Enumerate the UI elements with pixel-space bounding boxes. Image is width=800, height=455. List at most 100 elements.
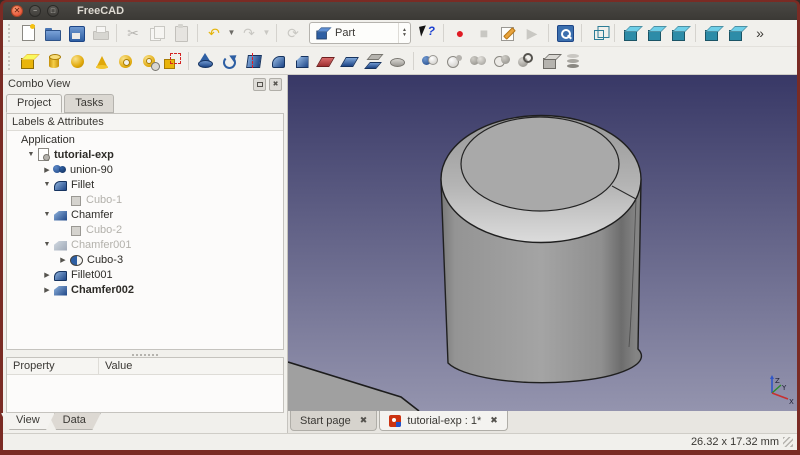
redo-menu-button[interactable]: ▼ [261, 21, 272, 45]
model-cylinder[interactable] [441, 116, 641, 383]
tree-item-application[interactable]: Application [7, 132, 283, 147]
boolean-union-button[interactable] [418, 49, 442, 73]
tree-item-cubo-3[interactable]: ▶Cubo-3 [7, 252, 283, 267]
toolbar-handle[interactable] [8, 52, 12, 70]
toolbar-handle[interactable] [8, 24, 12, 42]
tree-item-tutorial-exp[interactable]: ▼tutorial-exp [7, 147, 283, 162]
print-button[interactable] [88, 21, 112, 45]
tree-item-chamfer002[interactable]: ▶Chamfer002 [7, 282, 283, 297]
primitive-box-icon [19, 52, 37, 70]
view-axonometric-button[interactable] [586, 21, 610, 45]
primitive-cylinder-button[interactable] [40, 49, 64, 73]
cross-sections-button[interactable] [562, 49, 586, 73]
view-front-button[interactable] [619, 21, 643, 45]
tree-item-chamfer001[interactable]: ▼Chamfer001 [7, 237, 283, 252]
undo-button[interactable]: ↶ [202, 21, 226, 45]
chamfer-icon [54, 241, 67, 251]
expander-icon[interactable]: ▼ [25, 151, 37, 158]
create-primitives-button[interactable] [136, 49, 160, 73]
view-top-button[interactable] [643, 21, 667, 45]
paste-button[interactable] [169, 21, 193, 45]
save-file-button[interactable] [64, 21, 88, 45]
macro-play-button[interactable]: ▶ [520, 21, 544, 45]
tab-tasks[interactable]: Tasks [64, 94, 114, 113]
copy-button[interactable] [145, 21, 169, 45]
toolbar-separator [116, 24, 117, 42]
close-tab-icon[interactable]: ✖ [490, 415, 498, 426]
boolean-common-button[interactable] [466, 49, 490, 73]
macro-record-button[interactable]: ● [448, 21, 472, 45]
window-title: FreeCAD [77, 5, 124, 17]
tab-project[interactable]: Project [6, 94, 62, 113]
workbench-selector[interactable]: Part▲▼ [309, 22, 411, 44]
workbench-spinner[interactable]: ▲▼ [398, 23, 407, 43]
primitive-cone-button[interactable] [88, 49, 112, 73]
open-file-button[interactable] [40, 21, 64, 45]
toolbar-separator [413, 52, 414, 70]
float-panel-icon[interactable] [253, 78, 266, 91]
view-fit-all-button[interactable] [553, 21, 577, 45]
tab-tutorial-exp-1[interactable]: tutorial-exp : 1*✖ [379, 411, 508, 431]
refresh-button[interactable]: ⟳ [281, 21, 305, 45]
minimize-window-icon[interactable]: − [29, 5, 41, 17]
expander-icon[interactable]: ▶ [41, 286, 53, 294]
view-top-icon [646, 24, 664, 42]
tree-item-fillet[interactable]: ▼Fillet [7, 177, 283, 192]
tab-start-page[interactable]: Start page✖ [290, 411, 377, 431]
close-tab-icon[interactable]: ✖ [360, 415, 368, 426]
tree-item-fillet001[interactable]: ▶Fillet001 [7, 267, 283, 282]
macro-edit-button[interactable] [496, 21, 520, 45]
revolve-button[interactable] [217, 49, 241, 73]
tree-item-union-90[interactable]: ▶union-90 [7, 162, 283, 177]
view-rear-button[interactable] [700, 21, 724, 45]
resize-grip[interactable] [783, 437, 793, 447]
shape-builder-button[interactable] [160, 49, 184, 73]
undo-menu-button[interactable]: ▼ [226, 21, 237, 45]
macro-stop-button[interactable]: ■ [472, 21, 496, 45]
spinner-down-icon[interactable]: ▼ [402, 33, 407, 38]
property-table-body[interactable] [7, 375, 283, 412]
redo-button[interactable]: ↷ [237, 21, 261, 45]
expander-icon[interactable]: ▼ [41, 211, 53, 218]
tab-view[interactable]: View [1, 413, 55, 430]
view-right-button[interactable] [667, 21, 691, 45]
primitive-box-button[interactable] [16, 49, 40, 73]
expander-icon[interactable]: ▶ [41, 271, 53, 279]
sweep-button[interactable] [385, 49, 409, 73]
maximize-window-icon[interactable]: □ [47, 5, 59, 17]
check-geometry-button[interactable] [514, 49, 538, 73]
3d-scene[interactable]: Z Y X [288, 75, 797, 411]
cut-button[interactable]: ✂ [121, 21, 145, 45]
view-bottom-button[interactable] [724, 21, 748, 45]
redo-menu-icon: ▼ [263, 29, 271, 37]
titlebar[interactable]: ✕ − □ FreeCAD [3, 2, 797, 20]
section-button[interactable] [538, 49, 562, 73]
expander-icon[interactable]: ▶ [57, 256, 69, 264]
combo-view-panel: Combo View ✖ ProjectTasks Labels & Attri… [3, 75, 288, 433]
close-window-icon[interactable]: ✕ [11, 5, 23, 17]
tree-item-cubo-1[interactable]: Cubo-1 [7, 192, 283, 207]
expander-icon[interactable]: ▼ [41, 241, 53, 248]
fillet-button[interactable] [265, 49, 289, 73]
expander-icon[interactable]: ▼ [41, 181, 53, 188]
3d-viewport[interactable]: Z Y X [288, 75, 797, 411]
primitive-torus-button[interactable] [112, 49, 136, 73]
close-panel-icon[interactable]: ✖ [269, 78, 282, 91]
make-face-button[interactable] [313, 49, 337, 73]
extrude-button[interactable] [193, 49, 217, 73]
tab-data[interactable]: Data [48, 413, 101, 430]
boolean-cut-button[interactable] [442, 49, 466, 73]
toolbar-separator [548, 24, 549, 42]
expander-icon[interactable]: ▶ [41, 166, 53, 174]
ruled-surface-button[interactable] [337, 49, 361, 73]
toolbar-overflow-button[interactable]: » [748, 21, 772, 45]
boolean-operation-button[interactable] [490, 49, 514, 73]
mirror-button[interactable] [241, 49, 265, 73]
loft-button[interactable] [361, 49, 385, 73]
tree-item-cubo-2[interactable]: Cubo-2 [7, 222, 283, 237]
tree-item-chamfer[interactable]: ▼Chamfer [7, 207, 283, 222]
new-file-button[interactable] [16, 21, 40, 45]
chamfer-button[interactable] [289, 49, 313, 73]
whats-this-button[interactable] [415, 21, 439, 45]
primitive-sphere-button[interactable] [64, 49, 88, 73]
